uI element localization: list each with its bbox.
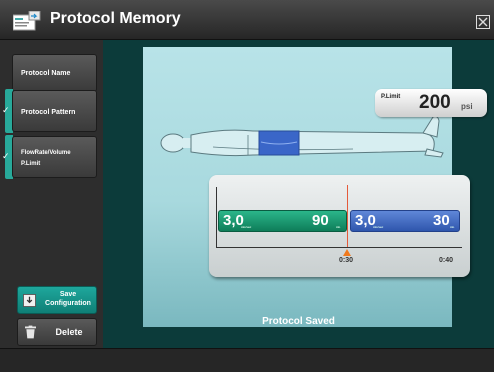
timeline-axis <box>216 187 217 247</box>
save-download-icon <box>23 294 36 307</box>
sidebar-item-protocol-pattern[interactable]: Protocol Pattern <box>12 90 97 132</box>
timeline-axis <box>216 247 462 248</box>
delete-button-label: Delete <box>55 327 83 337</box>
protocol-preview: P.Limit 200 psi 3,0 mL/sec 90 mL 3,0 mL/… <box>143 47 487 327</box>
injection-timeline: 3,0 mL/sec 90 mL 3,0 mL/sec 30 mL 0:30 0… <box>209 175 470 277</box>
sidebar: Protocol Name ✓ Protocol Pattern ✓ FlowR… <box>0 40 103 348</box>
window-title: Protocol Memory <box>50 10 181 27</box>
phase-volume-unit: mL <box>450 225 455 229</box>
phase-volume: 30 <box>433 212 450 229</box>
check-icon: ✓ <box>2 105 10 115</box>
title-bar: Protocol Memory <box>0 0 494 40</box>
sidebar-item-protocol-name[interactable]: Protocol Name <box>12 54 97 92</box>
sidebar-item-flowrate-plimit[interactable]: FlowRate/Volume P.Limit <box>12 136 97 178</box>
sidebar-item-label: Protocol Name <box>21 70 71 77</box>
time-label: 0:30 <box>339 257 354 264</box>
save-configuration-button[interactable]: Save Configuration <box>17 286 97 314</box>
pressure-limit-unit: psi <box>461 102 473 111</box>
trash-icon <box>25 325 36 339</box>
phase-1-block[interactable]: 3,0 mL/sec 90 mL <box>218 210 347 232</box>
patient-body-illustration <box>160 116 444 158</box>
main-panel: P.Limit 200 psi 3,0 mL/sec 90 mL 3,0 mL/… <box>103 40 494 348</box>
time-marker-icon[interactable] <box>343 249 351 256</box>
pressure-limit-display[interactable]: P.Limit 200 psi <box>375 89 487 117</box>
sidebar-item-label: Protocol Pattern <box>21 109 76 116</box>
footer-bar <box>0 348 494 372</box>
sidebar-item-label: FlowRate/Volume <box>21 150 71 156</box>
phase-volume: 90 <box>312 212 329 229</box>
save-button-label: Save <box>59 291 77 298</box>
time-marker-line <box>347 185 348 247</box>
phase-rate-unit: mL/sec <box>373 225 384 229</box>
time-label: 0:40 <box>439 257 454 264</box>
phase-volume-unit: mL <box>336 225 341 229</box>
close-icon[interactable] <box>476 15 490 29</box>
pressure-limit-label: P.Limit <box>381 94 401 100</box>
save-button-sublabel: Configuration <box>45 300 91 307</box>
phase-2-block[interactable]: 3,0 mL/sec 30 mL <box>350 210 460 232</box>
status-message: Protocol Saved <box>262 316 335 327</box>
check-icon: ✓ <box>2 151 10 161</box>
delete-button[interactable]: Delete <box>17 318 97 346</box>
sidebar-item-sublabel: P.Limit <box>21 161 41 167</box>
phase-rate-unit: mL/sec <box>241 225 252 229</box>
pressure-limit-value: 200 <box>419 92 451 113</box>
protocol-memory-icon <box>13 11 41 31</box>
